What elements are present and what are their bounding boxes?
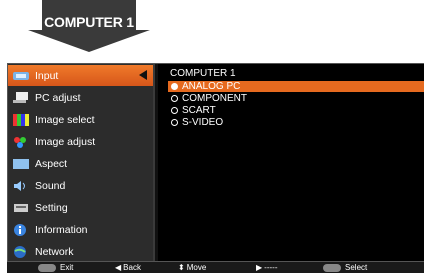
aspect-icon [13,158,29,170]
osd-menu: Input PC adjust Image select Image adjus… [7,63,424,262]
option-label: SCART [182,105,216,116]
sidebar-item-label: Image select [35,113,95,126]
banner-label: COMPUTER 1 [44,14,134,30]
sidebar-item-label: Information [35,223,88,236]
sidebar-item-pc-adjust[interactable]: PC adjust [8,87,153,108]
sidebar-item-network[interactable]: Network [8,241,153,262]
right-arrow-icon: ▶ [256,263,263,272]
hint-select-label: Select [345,263,368,272]
option-label: ANALOG PC [182,81,241,92]
option-label: COMPONENT [182,93,247,104]
sidebar-item-label: Input [35,69,59,82]
hint-move: ⬍ Move [178,263,206,272]
sidebar-item-information[interactable]: Information [8,219,153,240]
radio-icon [171,119,178,126]
sidebar-item-label: Network [35,245,74,258]
hint-exit: Exit [38,263,73,272]
hint-next-label: ----- [264,263,278,272]
option-s-video[interactable]: S-VIDEO [168,117,424,128]
input-banner: COMPUTER 1 [28,0,150,52]
hint-next: ▶ ----- [256,263,277,272]
sidebar-item-label: Setting [35,201,68,214]
hint-back: ◀ Back [115,263,141,272]
hint-select: Select [323,263,367,272]
sidebar-item-image-select[interactable]: Image select [8,109,153,130]
setting-icon [13,202,29,214]
sidebar-item-image-adjust[interactable]: Image adjust [8,131,153,152]
image-select-icon [13,113,29,126]
sound-icon [13,180,29,192]
hint-exit-label: Exit [60,263,74,272]
option-analog-pc[interactable]: ANALOG PC [168,81,424,92]
pc-adjust-icon [13,91,29,104]
select-button-icon [323,263,341,272]
sidebar-item-label: Sound [35,179,66,192]
sidebar-item-input[interactable]: Input [8,65,153,86]
left-arrow-icon: ◀ [115,263,122,272]
sidebar-item-setting[interactable]: Setting [8,197,153,218]
sidebar-item-label: Image adjust [35,135,96,148]
sidebar-item-aspect[interactable]: Aspect [8,153,153,174]
network-icon [13,245,29,258]
sidebar: Input PC adjust Image select Image adjus… [8,64,153,261]
option-scart[interactable]: SCART [168,105,424,116]
sidebar-item-sound[interactable]: Sound [8,175,153,196]
radio-icon [171,95,178,102]
input-icon [13,70,29,82]
hint-move-label: Move [186,263,207,272]
option-label: S-VIDEO [182,117,224,128]
up-down-arrow-icon: ⬍ [178,263,185,272]
radio-selected-icon [171,83,178,90]
input-options-panel: COMPUTER 1 ANALOG PC COMPONENT SCART S-V… [158,64,424,261]
information-icon [13,223,29,236]
menu-button-icon [38,263,56,272]
option-component[interactable]: COMPONENT [168,93,424,104]
panel-title: COMPUTER 1 [170,68,236,79]
sidebar-item-label: PC adjust [35,91,81,104]
hint-back-label: Back [123,263,141,272]
active-arrow-icon [139,70,147,80]
radio-icon [171,107,178,114]
hint-bar: Exit ◀ Back ⬍ Move ▶ ----- Select [7,262,424,273]
image-adjust-icon [13,136,29,148]
sidebar-item-label: Aspect [35,157,68,170]
